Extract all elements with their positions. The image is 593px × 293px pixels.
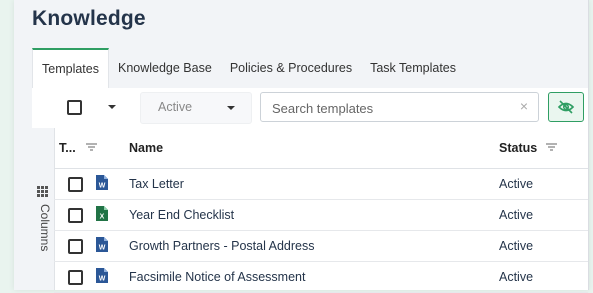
clear-search-icon[interactable]: ×: [520, 98, 528, 114]
status-filter-value: Active: [158, 100, 193, 114]
excel-file-icon: X: [96, 206, 108, 221]
columns-label: Columns: [38, 204, 52, 252]
table-row[interactable]: W Tax Letter Active: [54, 169, 588, 200]
row-checkbox[interactable]: [68, 208, 83, 223]
search-input[interactable]: [270, 98, 504, 118]
tab-templates[interactable]: Templates: [32, 48, 109, 90]
select-all-checkbox[interactable]: [67, 100, 82, 115]
template-status: Active: [499, 177, 534, 191]
filter-icon[interactable]: [86, 143, 97, 151]
template-name[interactable]: Facsimile Notice of Assessment: [129, 270, 305, 284]
row-checkbox[interactable]: [68, 177, 83, 192]
table-row[interactable]: W Facsimile Notice of Assessment Active: [54, 262, 588, 293]
template-status: Active: [499, 239, 534, 253]
name-column-header[interactable]: Name: [129, 141, 163, 155]
tab-policies-procedures[interactable]: Policies & Procedures: [221, 48, 361, 88]
templates-content: Active × Columns T...: [32, 88, 588, 293]
table-header-row: T... Name Status: [54, 128, 588, 169]
row-checkbox[interactable]: [68, 270, 83, 285]
template-status: Active: [499, 208, 534, 222]
tab-knowledge-base[interactable]: Knowledge Base: [109, 48, 221, 88]
word-file-icon: W: [96, 175, 108, 190]
word-file-icon: W: [96, 268, 108, 283]
search-box: ×: [260, 92, 539, 122]
table-row[interactable]: X Year End Checklist Active: [54, 200, 588, 231]
template-name[interactable]: Year End Checklist: [129, 208, 234, 222]
row-checkbox[interactable]: [68, 239, 83, 254]
svg-text:X: X: [100, 214, 105, 221]
svg-text:W: W: [99, 245, 106, 252]
filter-icon[interactable]: [546, 143, 557, 151]
template-name[interactable]: Tax Letter: [129, 177, 184, 191]
chevron-down-icon: [227, 106, 235, 110]
toggle-inactive-button[interactable]: [548, 92, 584, 122]
grid-icon: [37, 186, 48, 197]
select-menu-chevron-down-icon[interactable]: [108, 105, 116, 109]
svg-text:W: W: [99, 183, 106, 190]
status-filter-select[interactable]: Active: [140, 92, 252, 124]
tab-bar: Templates Knowledge Base Policies & Proc…: [32, 48, 465, 90]
word-file-icon: W: [96, 237, 108, 252]
tab-task-templates[interactable]: Task Templates: [361, 48, 465, 88]
eye-off-icon: [557, 100, 575, 114]
template-status: Active: [499, 270, 534, 284]
columns-panel-toggle[interactable]: Columns: [32, 128, 55, 290]
status-column-header[interactable]: Status: [499, 141, 537, 155]
table-row[interactable]: W Growth Partners - Postal Address Activ…: [54, 231, 588, 262]
page-title: Knowledge: [32, 7, 146, 30]
templates-table: T... Name Status W Tax Letter Active X Y…: [54, 128, 588, 293]
knowledge-panel: Knowledge Templates Knowledge Base Polic…: [14, 0, 589, 293]
type-column-header[interactable]: T...: [59, 141, 76, 155]
template-name[interactable]: Growth Partners - Postal Address: [129, 239, 315, 253]
svg-text:W: W: [99, 276, 106, 283]
